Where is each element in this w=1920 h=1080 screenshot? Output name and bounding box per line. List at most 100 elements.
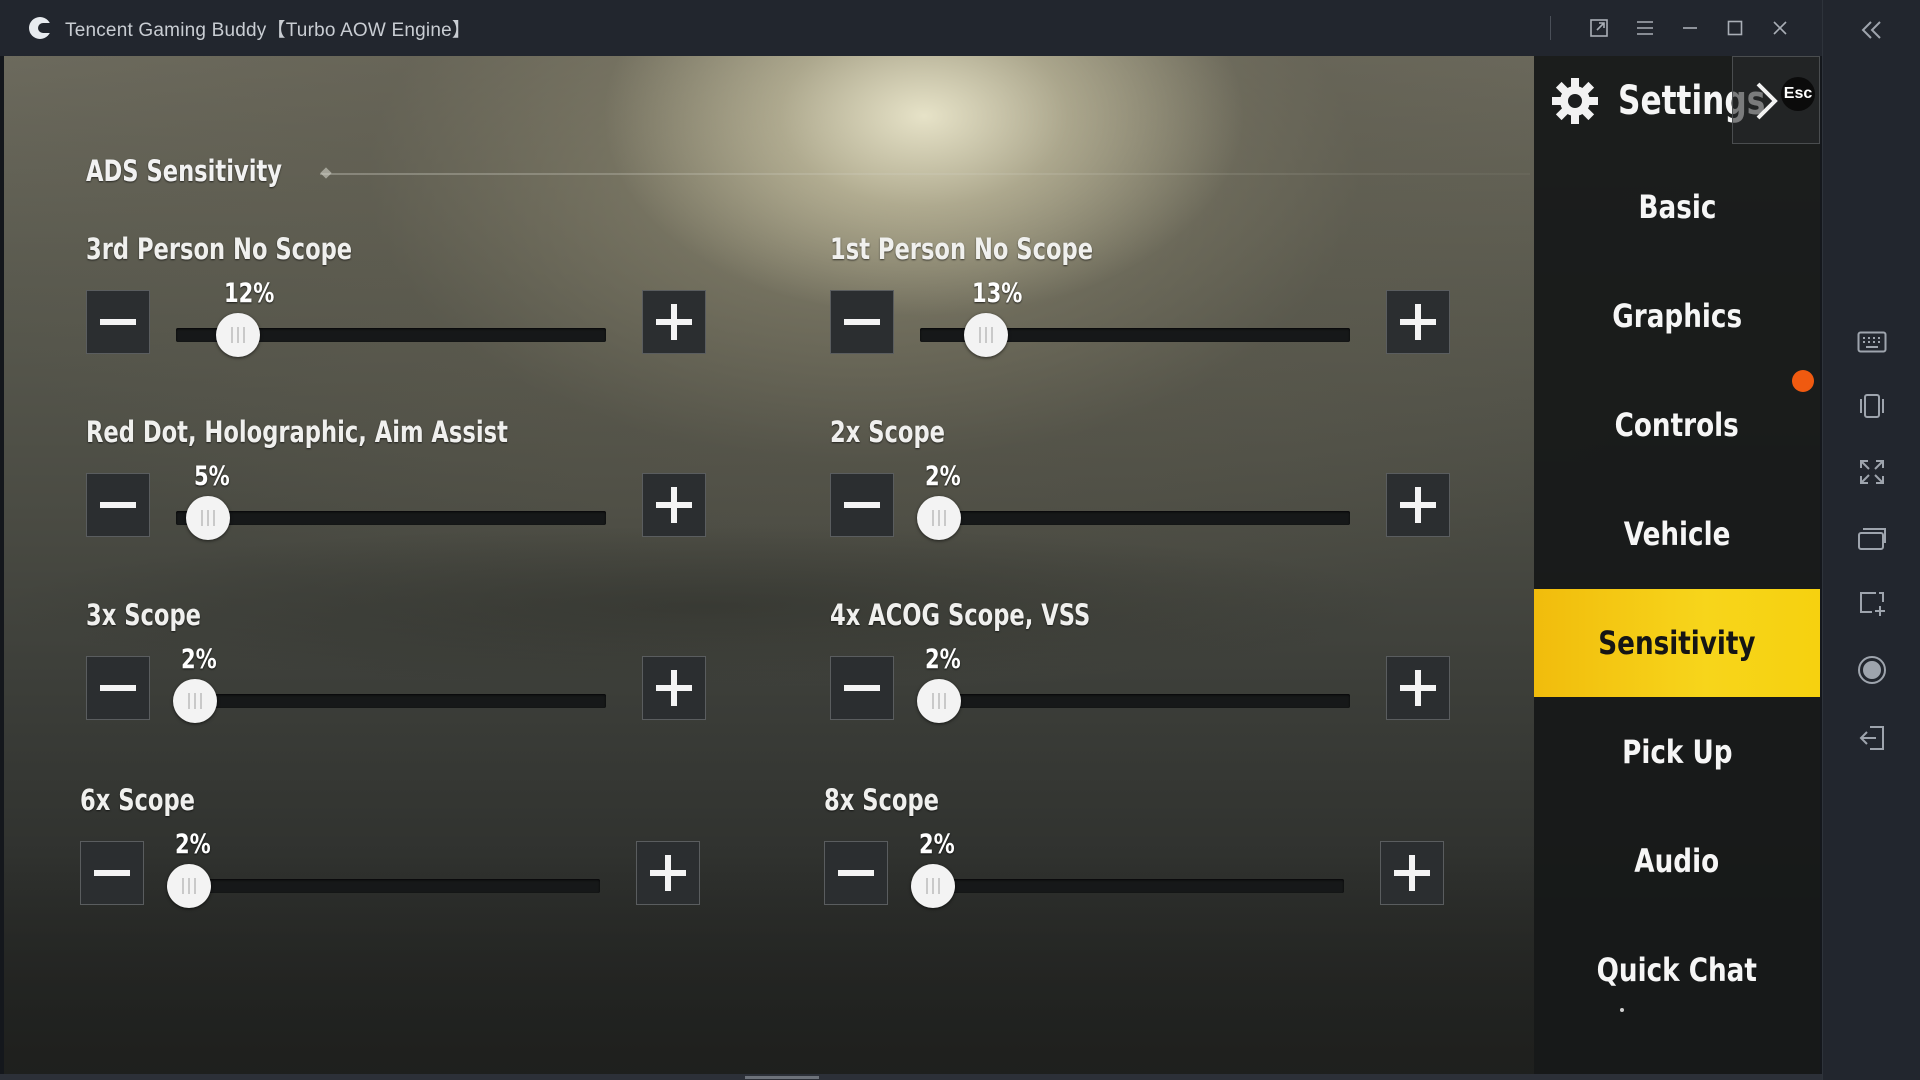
decrease-button[interactable]	[830, 290, 894, 354]
plus-icon	[1400, 670, 1436, 706]
increase-button[interactable]	[1386, 656, 1450, 720]
menu-item-label: Graphics	[1612, 297, 1742, 335]
fullscreen-icon[interactable]	[1823, 448, 1920, 496]
slider-track[interactable]	[914, 879, 1344, 893]
slider-thumb[interactable]	[172, 679, 217, 723]
record-icon[interactable]	[1823, 646, 1920, 694]
menu-item-quick-chat[interactable]: Quick Chat	[1534, 916, 1820, 1024]
menu-item-graphics[interactable]: Graphics	[1534, 262, 1820, 370]
minus-icon	[94, 870, 130, 876]
slider-thumb[interactable]	[166, 864, 211, 908]
minimize-icon[interactable]	[1667, 0, 1712, 56]
slider-value: 5%	[193, 461, 230, 492]
title-divider	[1550, 16, 1551, 40]
slider-track[interactable]	[920, 694, 1350, 708]
window-title: Tencent Gaming Buddy【Turbo AOW Engine】	[65, 19, 472, 41]
maximize-icon[interactable]	[1712, 0, 1757, 56]
decrease-button[interactable]	[830, 473, 894, 537]
menu-item-label: Basic	[1638, 188, 1716, 226]
increase-button[interactable]	[636, 841, 700, 905]
increase-button[interactable]	[1386, 473, 1450, 537]
menu-item-label: Audio	[1634, 842, 1720, 880]
minus-icon	[100, 502, 136, 508]
window-controls	[1550, 0, 1822, 56]
menu-item-label: Sensitivity	[1598, 624, 1756, 662]
plus-icon	[650, 855, 686, 891]
slider-thumb[interactable]	[215, 313, 260, 357]
slider-label: 6x Scope	[80, 783, 195, 817]
plus-icon	[656, 487, 692, 523]
decrease-button[interactable]	[86, 656, 150, 720]
slider-value: 2%	[924, 644, 961, 675]
minus-icon	[844, 685, 880, 691]
restore-window-icon[interactable]	[1577, 0, 1622, 56]
decrease-button[interactable]	[824, 841, 888, 905]
notification-dot	[1792, 370, 1814, 392]
menu-item-audio[interactable]: Audio	[1534, 807, 1820, 915]
menu-item-vehicle[interactable]: Vehicle	[1534, 480, 1820, 588]
screenshot-add-icon[interactable]	[1823, 580, 1920, 628]
slider-label: 3rd Person No Scope	[86, 232, 353, 266]
minus-icon	[838, 870, 874, 876]
settings-menu: Settings Esc Basic Graphics Controls Vehicl…	[1534, 56, 1820, 1074]
decrease-button[interactable]	[80, 841, 144, 905]
menu-item-basic[interactable]: Basic	[1534, 153, 1820, 261]
menu-item-pick-up[interactable]: Pick Up	[1534, 698, 1820, 806]
menu-item-controls[interactable]: Controls	[1534, 371, 1820, 479]
resize-handle[interactable]	[745, 1076, 819, 1079]
plus-icon	[656, 670, 692, 706]
decrease-button[interactable]	[830, 656, 894, 720]
minus-icon	[844, 502, 880, 508]
slider-track[interactable]	[176, 694, 606, 708]
sensitivity-panel: ADS Sensitivity 3rd Person No Scope 12% 1s…	[4, 56, 1534, 1074]
increase-button[interactable]	[1380, 841, 1444, 905]
multi-window-icon[interactable]	[1823, 514, 1920, 562]
slider-value: 2%	[174, 829, 211, 860]
slider-thumb[interactable]	[185, 496, 230, 540]
decrease-button[interactable]	[86, 290, 150, 354]
emulator-toolbar	[1822, 0, 1920, 1080]
slider-value: 2%	[180, 644, 217, 675]
plus-icon	[1394, 855, 1430, 891]
section-divider	[320, 173, 1530, 175]
minus-icon	[100, 685, 136, 691]
increase-button[interactable]	[642, 656, 706, 720]
chevron-right-icon	[1756, 82, 1778, 120]
menu-item-label: Vehicle	[1623, 515, 1731, 553]
exit-icon[interactable]	[1823, 714, 1920, 762]
gear-icon	[1552, 78, 1598, 124]
slider-thumb[interactable]	[910, 864, 955, 908]
slider-label: 1st Person No Scope	[830, 232, 1094, 266]
collapse-icon[interactable]	[1823, 6, 1920, 54]
menu-icon[interactable]	[1622, 0, 1667, 56]
slider-label: 3x Scope	[86, 598, 201, 632]
plus-icon	[1400, 487, 1436, 523]
app-logo-icon	[29, 17, 51, 39]
close-icon[interactable]	[1757, 0, 1802, 56]
slider-track[interactable]	[170, 879, 600, 893]
minus-icon	[844, 319, 880, 325]
increase-button[interactable]	[642, 473, 706, 537]
title-bar: Tencent Gaming Buddy【Turbo AOW Engine】	[0, 0, 1822, 56]
slider-thumb[interactable]	[916, 496, 961, 540]
next-section-title-partial	[90, 1072, 210, 1074]
slider-label: 4x ACOG Scope, VSS	[830, 598, 1091, 632]
menu-item-sensitivity[interactable]: Sensitivity	[1534, 589, 1820, 697]
slider-thumb[interactable]	[916, 679, 961, 723]
increase-button[interactable]	[642, 290, 706, 354]
slider-track[interactable]	[176, 511, 606, 525]
close-settings-button[interactable]: Esc	[1732, 56, 1820, 144]
minus-icon	[100, 319, 136, 325]
menu-scroll-indicator	[1620, 1008, 1624, 1012]
slider-value: 12%	[223, 278, 275, 309]
increase-button[interactable]	[1386, 290, 1450, 354]
bottom-status-strip	[0, 1074, 1822, 1080]
shake-icon[interactable]	[1823, 382, 1920, 430]
section-title: ADS Sensitivity	[86, 154, 283, 188]
keyboard-icon[interactable]	[1823, 318, 1920, 366]
menu-item-label: Quick Chat	[1596, 951, 1758, 989]
slider-track[interactable]	[920, 511, 1350, 525]
slider-value: 2%	[924, 461, 961, 492]
slider-thumb[interactable]	[963, 313, 1008, 357]
decrease-button[interactable]	[86, 473, 150, 537]
